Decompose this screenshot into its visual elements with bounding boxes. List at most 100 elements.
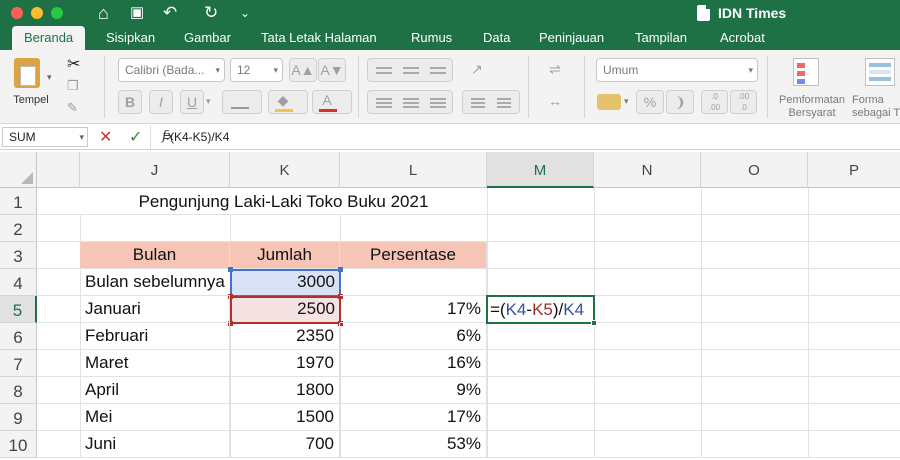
shrink-font-button[interactable]: A▼: [318, 58, 346, 82]
cell-bulan[interactable]: Februari: [80, 323, 230, 350]
format-as-table-icon[interactable]: [865, 58, 895, 86]
cell-persentase[interactable]: 16%: [340, 350, 487, 377]
insert-function-icon[interactable]: fx: [162, 129, 174, 144]
italic-button[interactable]: I: [149, 90, 173, 114]
tab-sisipkan[interactable]: Sisipkan: [104, 26, 157, 50]
tab-tata-letak-halaman[interactable]: Tata Letak Halaman: [259, 26, 379, 50]
column-header-l[interactable]: L: [340, 152, 487, 188]
cell-persentase[interactable]: 9%: [340, 377, 487, 404]
format-as-table-label[interactable]: Forma sebagai T: [852, 94, 900, 120]
indent-buttons[interactable]: [462, 90, 520, 114]
comma-style-button[interactable]: ❩: [666, 90, 694, 114]
cell-persentase[interactable]: 17%: [340, 404, 487, 431]
vertical-align-buttons[interactable]: [367, 58, 453, 82]
tab-data[interactable]: Data: [481, 26, 512, 50]
cell-bulan[interactable]: Maret: [80, 350, 230, 377]
paste-dropdown-icon[interactable]: ▾: [47, 72, 52, 83]
tab-tampilan[interactable]: Tampilan: [633, 26, 689, 50]
column-header-o[interactable]: O: [701, 152, 808, 188]
format-painter-icon[interactable]: ✎: [67, 100, 78, 116]
row-header-3[interactable]: 3: [0, 242, 37, 269]
row-header-10[interactable]: 10: [0, 431, 37, 458]
minimize-window-button[interactable]: [31, 7, 43, 19]
header-cell-jumlah[interactable]: Jumlah: [230, 242, 340, 269]
cell-persentase[interactable]: [340, 269, 487, 296]
row-header-9[interactable]: 9: [0, 404, 37, 431]
cell-bulan[interactable]: April: [80, 377, 230, 404]
cell-persentase[interactable]: 6%: [340, 323, 487, 350]
row-header-7[interactable]: 7: [0, 350, 37, 377]
cell-jumlah[interactable]: 700: [230, 431, 340, 458]
percent-style-button[interactable]: %: [636, 90, 664, 114]
redo-icon[interactable]: ↻: [204, 3, 218, 23]
customize-toolbar-icon[interactable]: ⌄: [240, 3, 250, 23]
font-color-button[interactable]: A: [312, 90, 352, 114]
row-header-8[interactable]: 8: [0, 377, 37, 404]
column-header-i[interactable]: [37, 152, 80, 188]
accounting-dropdown-icon[interactable]: ▾: [624, 96, 629, 107]
cell-jumlah[interactable]: 1800: [230, 377, 340, 404]
copy-icon[interactable]: ❐: [67, 78, 79, 94]
wrap-text-icon[interactable]: ⇌: [540, 58, 570, 82]
row-header-4[interactable]: 4: [0, 269, 37, 296]
column-header-j[interactable]: J: [80, 152, 230, 188]
cell-bulan[interactable]: Mei: [80, 404, 230, 431]
fill-handle[interactable]: [591, 320, 597, 326]
row-header-5[interactable]: 5: [0, 296, 37, 323]
active-cell-editor[interactable]: =(K4-K5)/K4: [486, 295, 597, 326]
cell-jumlah[interactable]: 1500: [230, 404, 340, 431]
row-header-2[interactable]: 2: [0, 215, 37, 242]
sheet-title-cell[interactable]: Pengunjung Laki-Laki Toko Buku 2021: [80, 188, 487, 215]
underline-dropdown-icon[interactable]: ▾: [206, 96, 211, 107]
cell-jumlah[interactable]: 2500: [230, 296, 340, 323]
number-format-select[interactable]: Umum ▾: [596, 58, 758, 82]
cell-jumlah[interactable]: 2350: [230, 323, 340, 350]
column-header-p[interactable]: P: [808, 152, 900, 188]
merge-center-icon[interactable]: ↔: [540, 90, 570, 114]
cell-bulan[interactable]: Juni: [80, 431, 230, 458]
enter-icon[interactable]: ✓: [129, 127, 142, 147]
column-header-m[interactable]: M: [487, 152, 594, 188]
cell-bulan[interactable]: Bulan sebelumnya: [80, 269, 230, 296]
cell-jumlah[interactable]: 1970: [230, 350, 340, 377]
maximize-window-button[interactable]: [51, 7, 63, 19]
accounting-format-icon[interactable]: [597, 94, 621, 110]
tab-rumus[interactable]: Rumus: [409, 26, 454, 50]
increase-decimal-icon[interactable]: .0.00: [701, 90, 728, 114]
row-header-1[interactable]: 1: [0, 188, 37, 215]
paste-icon[interactable]: [14, 58, 40, 88]
cell-bulan[interactable]: Januari: [80, 296, 230, 323]
tab-peninjauan[interactable]: Peninjauan: [537, 26, 606, 50]
tab-beranda[interactable]: Beranda: [12, 26, 86, 50]
bold-button[interactable]: B: [118, 90, 142, 114]
select-all-corner[interactable]: [0, 152, 37, 188]
tab-gambar[interactable]: Gambar: [182, 26, 233, 50]
cell-persentase[interactable]: 53%: [340, 431, 487, 458]
undo-icon[interactable]: ↶: [163, 3, 177, 23]
conditional-formatting-label[interactable]: Pemformatan Bersyarat: [772, 94, 852, 120]
header-cell-persentase[interactable]: Persentase: [340, 242, 487, 269]
fill-color-button[interactable]: ◆: [268, 90, 308, 114]
borders-button[interactable]: [222, 90, 262, 114]
cell-persentase[interactable]: 17%: [340, 296, 487, 323]
underline-button[interactable]: U: [180, 90, 204, 114]
tab-acrobat[interactable]: Acrobat: [718, 26, 767, 50]
font-size-select[interactable]: 12 ▾: [230, 58, 283, 82]
close-window-button[interactable]: [11, 7, 23, 19]
horizontal-align-buttons[interactable]: [367, 90, 453, 114]
paste-label[interactable]: Tempel: [8, 94, 54, 107]
decrease-decimal-icon[interactable]: .00.0: [730, 90, 757, 114]
cell-jumlah[interactable]: 3000: [230, 269, 340, 296]
grow-font-button[interactable]: A▲: [289, 58, 317, 82]
cut-icon[interactable]: ✂: [67, 54, 80, 74]
row-header-6[interactable]: 6: [0, 323, 37, 350]
home-icon[interactable]: ⌂: [98, 3, 109, 23]
column-header-k[interactable]: K: [230, 152, 340, 188]
cancel-icon[interactable]: ✕: [99, 127, 112, 147]
header-cell-bulan[interactable]: Bulan: [80, 242, 230, 269]
save-icon[interactable]: ▣: [130, 3, 144, 23]
name-box[interactable]: SUM ▾: [2, 127, 88, 147]
orientation-icon[interactable]: ↗: [462, 58, 492, 82]
font-name-select[interactable]: Calibri (Bada... ▾: [118, 58, 225, 82]
column-header-n[interactable]: N: [594, 152, 701, 188]
